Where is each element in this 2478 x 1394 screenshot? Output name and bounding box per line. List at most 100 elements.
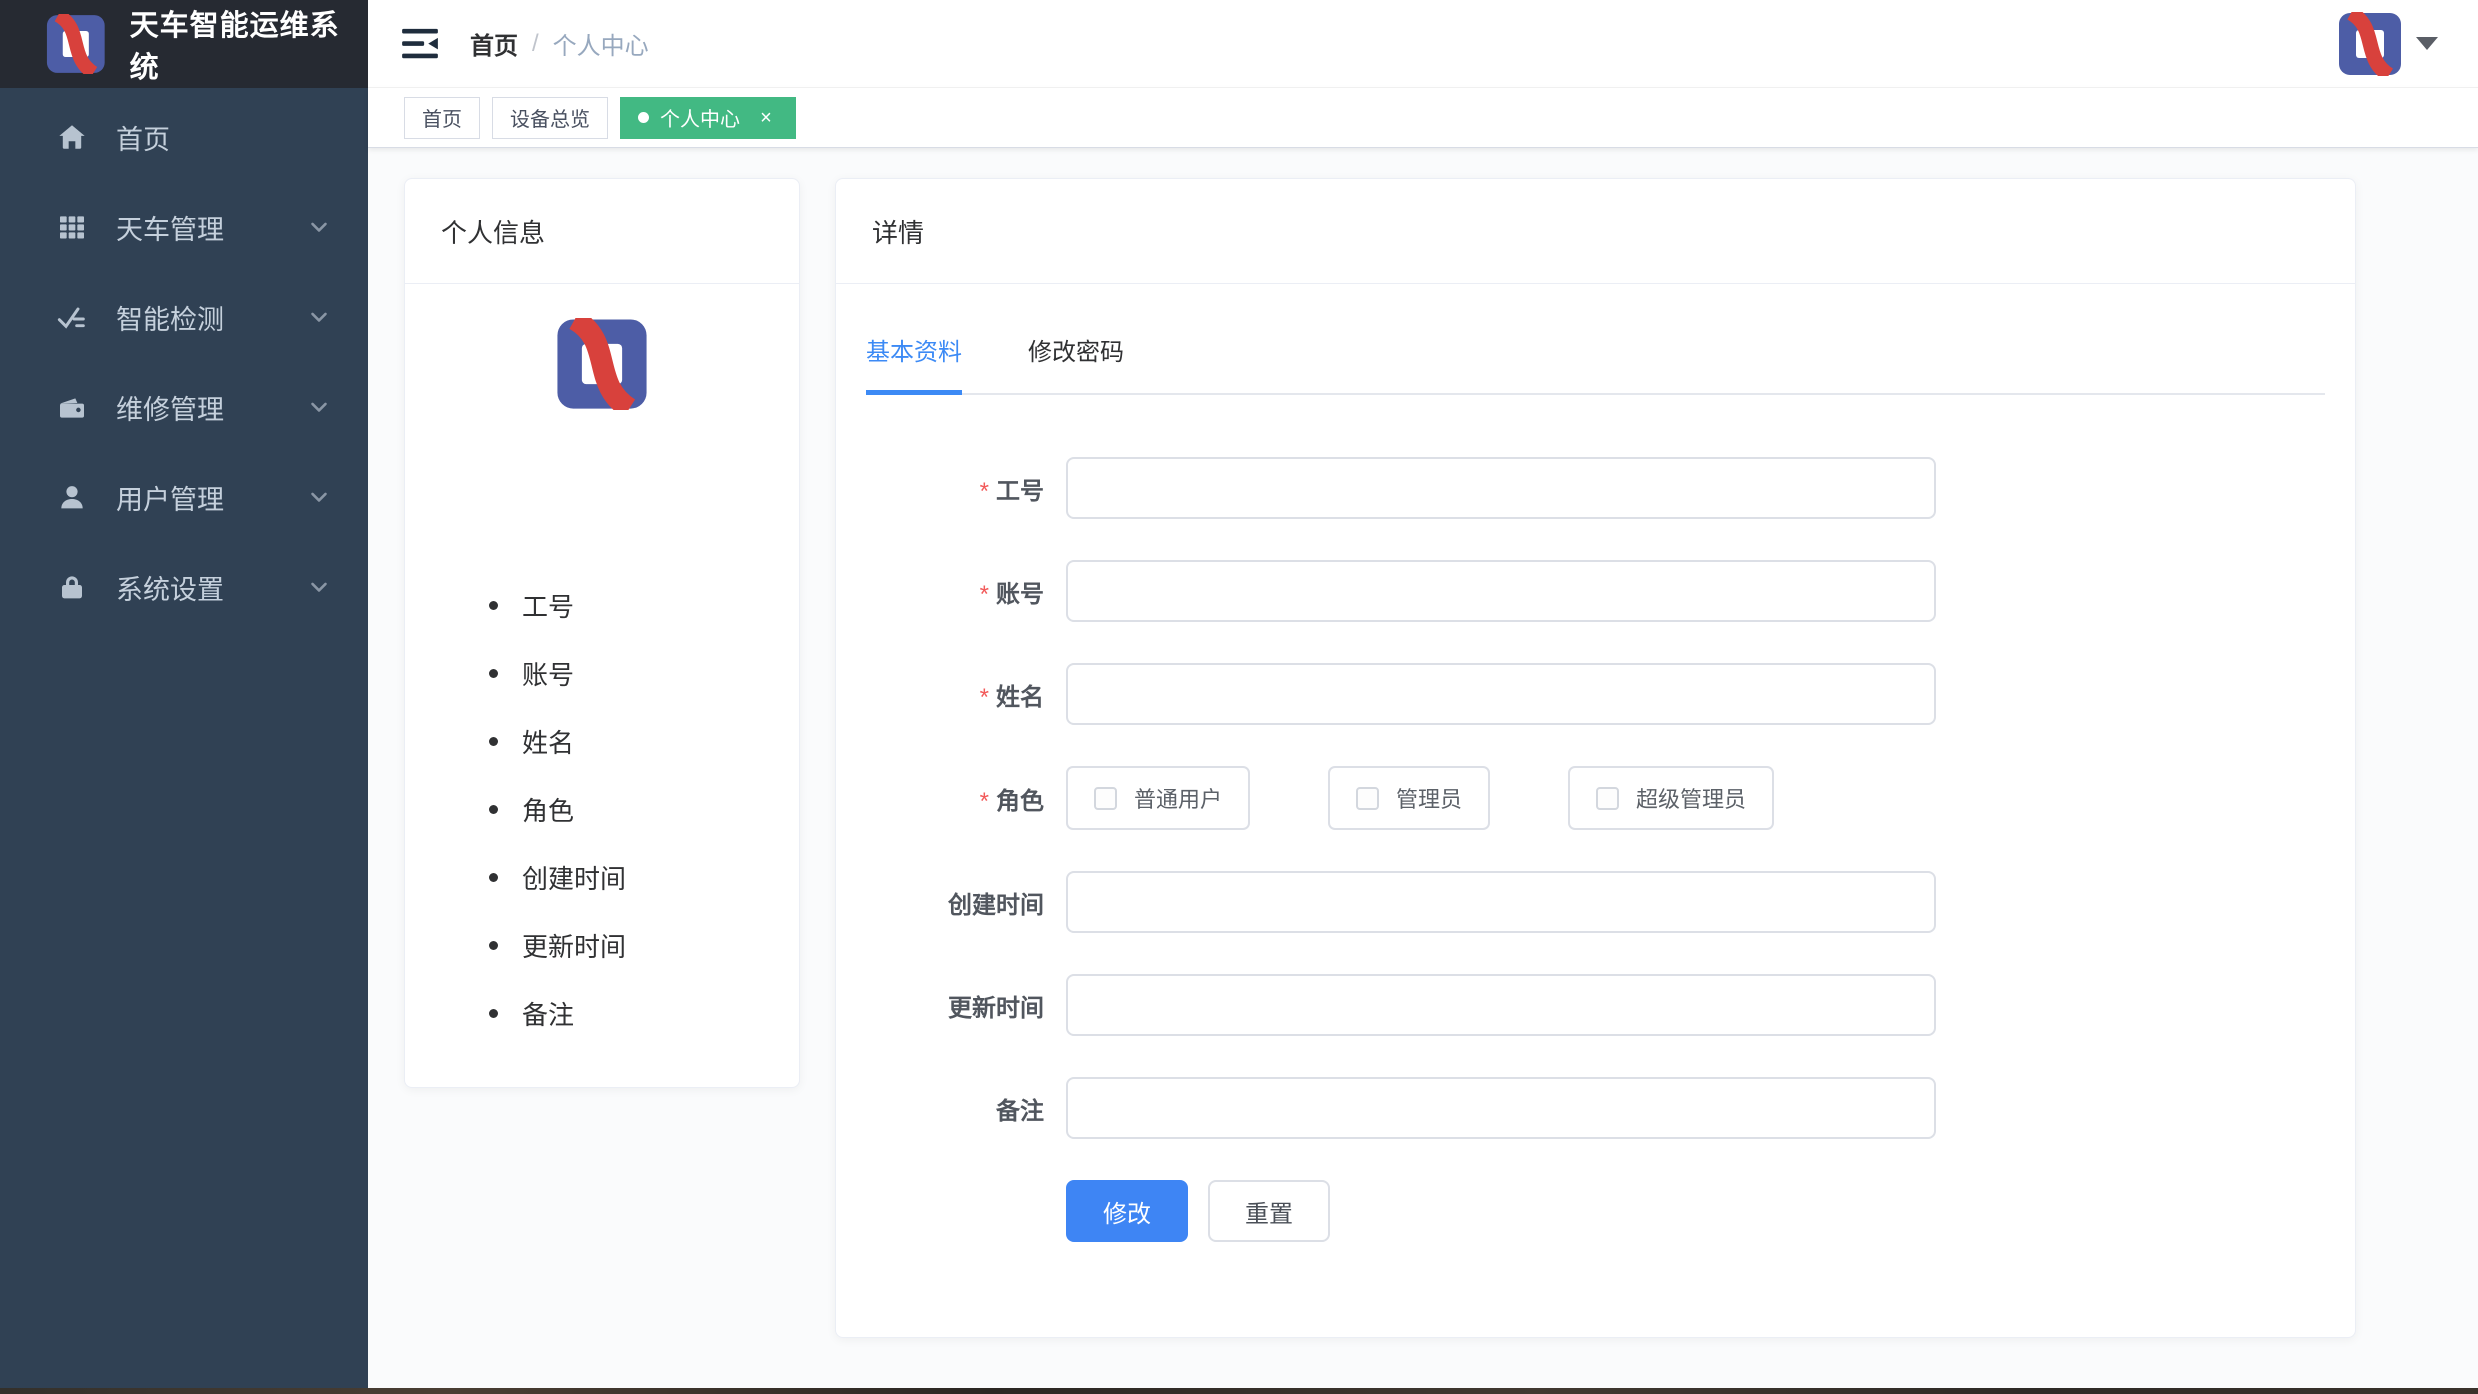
profile-field-label: 账号 [522,655,574,692]
profile-card-body: 工号账号姓名角色创建时间更新时间备注 [405,284,799,1028]
profile-field-item: 工号 [489,590,799,620]
profile-card: 个人信息 工号账号姓名角色创建时间更新时间备注 [404,178,800,1088]
checkbox-admin[interactable]: 管理员 [1328,766,1490,830]
form-row-create-time: 创建时间 [866,871,2325,933]
required-asterisk: * [980,478,989,505]
bullet-icon [489,669,498,678]
user-menu[interactable] [2338,12,2438,76]
form-row-remark: 备注 [866,1077,2325,1139]
user-avatar[interactable] [2338,12,2402,76]
tag-label: 设备总览 [510,103,590,132]
checkbox-label: 管理员 [1396,782,1462,814]
profile-card-title: 个人信息 [405,179,799,284]
checkbox-normal-user[interactable]: 普通用户 [1066,766,1250,830]
field-label-account: *账号 [866,574,1066,609]
sidebar-item-settings[interactable]: 系统设置 [0,542,368,632]
tab-basic-info[interactable]: 基本资料 [866,332,962,393]
form-row-update-time: 更新时间 [866,974,2325,1036]
sidebar-item-label: 用户管理 [116,478,224,517]
profile-field-label: 角色 [522,791,574,828]
sidebar-item-repair[interactable]: 维修管理 [0,362,368,452]
app-root: 天车智能运维系统 首页天车管理智能检测维修管理用户管理系统设置 首页 / 个人中… [0,0,2478,1388]
tag-device-overview[interactable]: 设备总览 [492,97,608,139]
sidebar-collapse-icon[interactable] [398,22,442,66]
grid-icon [56,211,88,243]
remark-input[interactable] [1066,1077,1936,1139]
bullet-icon [489,1009,498,1018]
detail-tabs: 基本资料 修改密码 [866,284,2325,395]
profile-field-label: 工号 [522,587,574,624]
profile-field-list: 工号账号姓名角色创建时间更新时间备注 [405,590,799,1028]
bullet-icon [489,873,498,882]
profile-field-label: 创建时间 [522,859,626,896]
field-control-update-time [1066,974,1936,1036]
bullet-icon [489,737,498,746]
field-control-remark [1066,1077,1936,1139]
account-input[interactable] [1066,560,1936,622]
sidebar-item-user-mgmt[interactable]: 用户管理 [0,452,368,542]
chevron-down-icon [2416,37,2438,50]
profile-field-label: 姓名 [522,723,574,760]
app-logo-bar[interactable]: 天车智能运维系统 [0,0,368,88]
profile-field-label: 备注 [522,995,574,1032]
form-row-role: *角色 普通用户 管理员 超级管理员 [866,766,2325,830]
profile-field-item: 姓名 [489,726,799,756]
field-label-name: *姓名 [866,677,1066,712]
breadcrumb-home-link[interactable]: 首页 [470,26,518,61]
sidebar-item-label: 系统设置 [116,568,224,607]
form-row-account: *账号 [866,560,2325,622]
bullet-icon [489,941,498,950]
field-label-role: *角色 [866,781,1066,816]
modify-button[interactable]: 修改 [1066,1180,1188,1242]
checkbox-super-admin[interactable]: 超级管理员 [1568,766,1774,830]
chevron-down-icon [306,484,332,510]
field-label-remark: 备注 [866,1091,1066,1126]
update-time-input[interactable] [1066,974,1936,1036]
tag-personal-center[interactable]: 个人中心 × [620,97,796,139]
field-label-create-time: 创建时间 [866,885,1066,920]
sidebar-item-crane-mgmt[interactable]: 天车管理 [0,182,368,272]
field-control-account [1066,560,1936,622]
home-icon [56,121,88,153]
lock-icon [56,571,88,603]
name-input[interactable] [1066,663,1936,725]
detail-card: 详情 基本资料 修改密码 *工号 *账号 *姓名 *角色 普通用户 管理员 超级管理员创建时间… [835,178,2356,1338]
close-icon[interactable]: × [754,106,778,130]
reset-button[interactable]: 重置 [1208,1180,1330,1242]
user-icon [56,481,88,513]
screen-bottom-edge [0,1388,2478,1394]
profile-field-label: 更新时间 [522,927,626,964]
employee-id-input[interactable] [1066,457,1936,519]
sidebar-menu: 首页天车管理智能检测维修管理用户管理系统设置 [0,88,368,632]
tag-label: 首页 [422,103,462,132]
form-buttons: 修改重置 [1066,1180,1330,1242]
field-control-employee-id [1066,457,1936,519]
create-time-input[interactable] [1066,871,1936,933]
required-asterisk: * [980,684,989,711]
main-area: 首页 / 个人中心 首页设备总览个人中心× 个人信息 工号账号姓名角色创建时间更… [368,0,2478,1388]
field-control-role: 普通用户 管理员 超级管理员 [1066,766,1936,830]
sidebar-item-detect[interactable]: 智能检测 [0,272,368,362]
checkbox-label: 普通用户 [1134,782,1222,814]
detail-card-body: 基本资料 修改密码 *工号 *账号 *姓名 *角色 普通用户 管理员 超级管理员创建时间更新时… [836,284,2355,1242]
field-control-name [1066,663,1936,725]
breadcrumb: 首页 / 个人中心 [470,26,649,61]
chevron-down-icon [306,394,332,420]
bullet-icon [489,805,498,814]
tags-view-bar: 首页 设备总览 个人中心 × [368,88,2478,148]
chevron-down-icon [306,214,332,240]
sidebar-item-home[interactable]: 首页 [0,92,368,182]
detail-card-title: 详情 [836,179,2355,284]
tag-label: 个人中心 [660,103,740,132]
profile-avatar [556,318,648,410]
app-logo-icon [46,14,106,74]
role-checkbox-group: 普通用户 管理员 超级管理员 [1066,766,1936,830]
tab-change-password[interactable]: 修改密码 [1028,332,1124,393]
chevron-down-icon [306,304,332,330]
profile-field-item: 更新时间 [489,930,799,960]
detail-form: *工号 *账号 *姓名 *角色 普通用户 管理员 超级管理员创建时间更新时间备注修改重置 [866,457,2325,1242]
form-row-employee-id: *工号 [866,457,2325,519]
sidebar-item-label: 智能检测 [116,298,224,337]
field-control-create-time [1066,871,1936,933]
tag-home[interactable]: 首页 [404,97,480,139]
